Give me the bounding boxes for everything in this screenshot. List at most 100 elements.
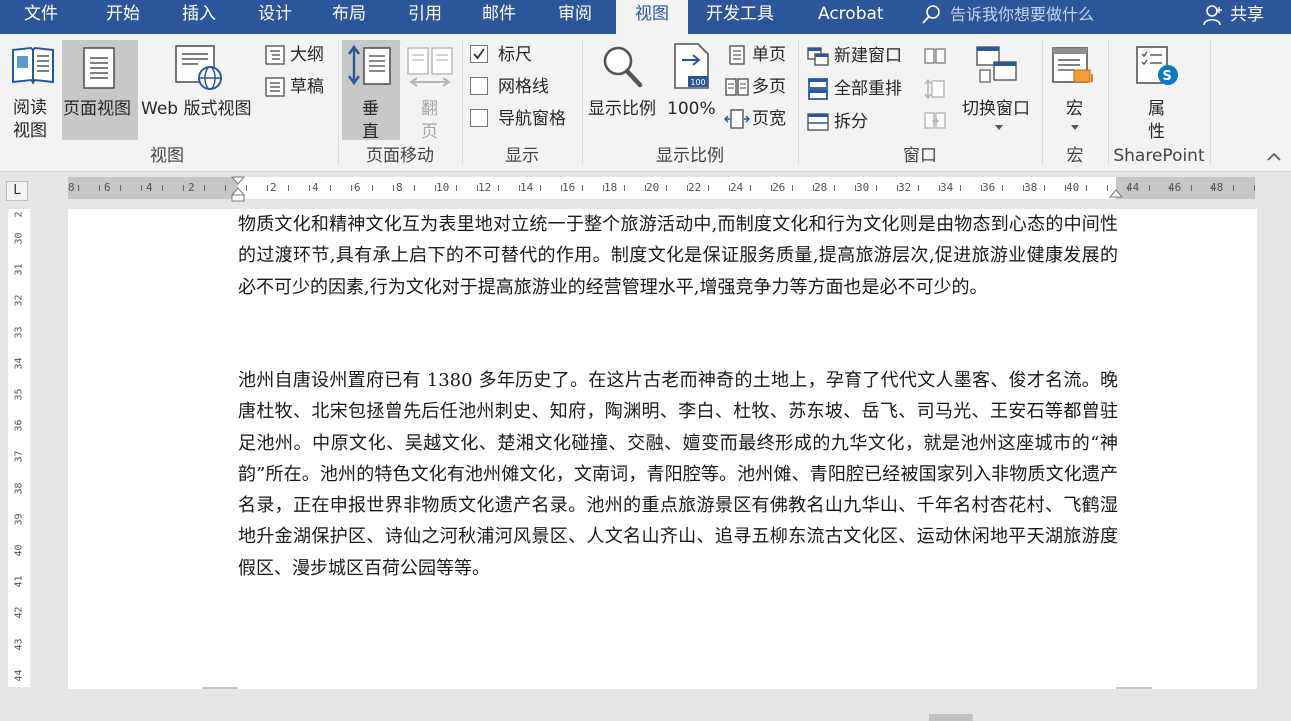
ruler-number: 4 [312,181,319,194]
right-indent-marker-icon[interactable] [1108,187,1124,199]
ruler-number: 32 [898,181,912,194]
vertical-button[interactable]: 垂 直 [342,40,400,142]
arrange-all-button[interactable]: 全部重排 [804,75,912,103]
tab-file[interactable]: 文件 [24,0,58,34]
print-layout-button[interactable]: 页面视图 [62,40,138,140]
ruler-tick [792,185,793,191]
tab-references[interactable]: 引用 [408,0,442,34]
draft-button[interactable]: 草稿 [262,74,332,100]
gridlines-checkbox-box[interactable] [470,77,488,95]
switch-windows-icon [976,46,1017,83]
page-width-button[interactable]: 页宽 [724,106,792,132]
collapse-ribbon-icon[interactable] [1266,150,1282,164]
side-to-side-button[interactable]: 翻 页 [402,40,458,142]
tab-mailings[interactable]: 邮件 [482,0,516,34]
page-bottom-edge [1116,687,1152,689]
ruler-tick [351,185,352,191]
read-mode-button[interactable]: 阅读 视图 [6,40,60,141]
tab-selector[interactable]: L [6,181,28,201]
hundred-percent-icon: 100 [674,43,709,89]
tab-insert[interactable]: 插入 [182,0,216,34]
vertical-ruler-number: 34 [13,357,25,370]
one-page-button[interactable]: 单页 [724,42,792,68]
tab-developer[interactable]: 开发工具 [706,0,774,34]
ruler-tick [645,185,646,191]
zoom-100-button[interactable]: 100 100% [664,40,720,140]
multiple-pages-button[interactable]: 多页 [724,74,792,100]
scrollbar-thumb[interactable] [929,714,973,721]
new-window-button[interactable]: 新建窗口 [804,42,912,70]
vertical-ruler[interactable]: 2 30 31 32 33 34 35 36 37 38 39 40 41 42 43 44 [8,209,30,687]
properties-button[interactable]: S 属 性 [1120,40,1194,144]
vertical-scrollbar[interactable] [1283,203,1291,709]
vertical-ruler-number: 35 [13,388,25,401]
outline-button[interactable]: 大纲 [262,42,332,68]
paragraph-1[interactable]: 物质文化和精神文化互为表里地对立统一于整个旅游活动中,而制度文化和行为文化则是由… [238,209,1118,303]
ruler-tick [141,185,142,191]
gridlines-checkbox[interactable]: 网格线 [468,74,574,100]
paragraph-2[interactable]: 池州自唐设州置府已有 1380 多年历史了。在这片古老而神奇的土地上，孕育了代代… [238,365,1118,584]
vertical-ruler-number: 40 [13,544,25,557]
reset-window-position-button[interactable] [920,108,950,134]
one-page-icon [729,45,745,65]
vertical-scroll-icon [348,44,391,86]
draft-label: 草稿 [290,77,324,97]
ruler-tick [225,185,226,191]
group-label-zoom: 显示比例 [656,146,724,166]
group-separator [1108,40,1109,164]
ruler-tick [1212,185,1213,191]
vertical-ruler-number: 31 [13,263,25,276]
switch-windows-button[interactable]: 切换窗口 [958,40,1036,144]
vertical-ruler-number: 36 [13,419,25,432]
ruler-tick [435,185,436,191]
group-separator [582,40,583,164]
properties-label: 属 性 [1148,99,1165,142]
tab-layout[interactable]: 布局 [332,0,366,34]
tab-view[interactable]: 视图 [616,0,688,36]
zoom-label: 显示比例 [588,99,656,119]
nav-pane-checkbox[interactable]: 导航窗格 [468,106,576,132]
indent-marker-icon[interactable] [230,176,246,202]
ruler-tick [750,185,751,191]
ruler-checkbox-box[interactable] [470,45,488,63]
split-button[interactable]: 拆分 [804,108,912,136]
tab-home[interactable]: 开始 [106,0,140,34]
ruler-number: 18 [604,181,618,194]
ruler-tick [855,185,856,191]
group-label-sharepoint: SharePoint [1113,146,1205,166]
ruler-number: 14 [520,181,534,194]
horizontal-scrollbar[interactable] [0,709,1291,721]
ruler-tick [1170,185,1171,191]
lightbulb-search-icon [922,5,940,24]
document-page[interactable]: 物质文化和精神文化互为表里地对立统一于整个旅游活动中,而制度文化和行为文化则是由… [68,209,1257,689]
checkmark-icon [473,48,485,60]
ruler-number: 10 [436,181,450,194]
view-side-by-side-button[interactable] [920,44,950,70]
vertical-ruler-number: 42 [13,606,25,619]
ruler-tick [897,185,898,191]
multiple-pages-label: 多页 [752,77,786,97]
tab-design[interactable]: 设计 [258,0,292,34]
ruler-tick [456,185,457,191]
ruler-tick [834,185,835,191]
multiple-pages-icon [725,78,749,96]
ruler-number: 24 [730,181,744,194]
vertical-ruler-number: 44 [13,669,25,682]
web-layout-button[interactable]: Web 版式视图 [140,40,260,140]
magnifier-icon [603,46,643,88]
horizontal-ruler[interactable]: 8 6 4 2 2 4 6 8 10 12 14 16 18 20 22 24 26 28 30 32 34 36 38 40… [68,176,1255,202]
zoom-button[interactable]: 显示比例 [586,40,662,140]
ruler-tick [1065,185,1066,191]
ruler-tick [582,185,583,191]
ruler-tick [918,185,919,191]
synchronous-scrolling-button[interactable] [920,76,950,102]
vertical-ruler-number: 2 [13,211,25,218]
nav-pane-checkbox-box[interactable] [470,109,488,127]
ruler-tick [561,185,562,191]
macros-button[interactable]: 宏 [1046,40,1104,144]
ruler-tick [1086,185,1087,191]
tab-acrobat[interactable]: Acrobat [818,0,884,34]
ruler-checkbox[interactable]: 标尺 [468,42,574,68]
ruler-tick [1002,185,1003,191]
tab-review[interactable]: 审阅 [558,0,592,34]
